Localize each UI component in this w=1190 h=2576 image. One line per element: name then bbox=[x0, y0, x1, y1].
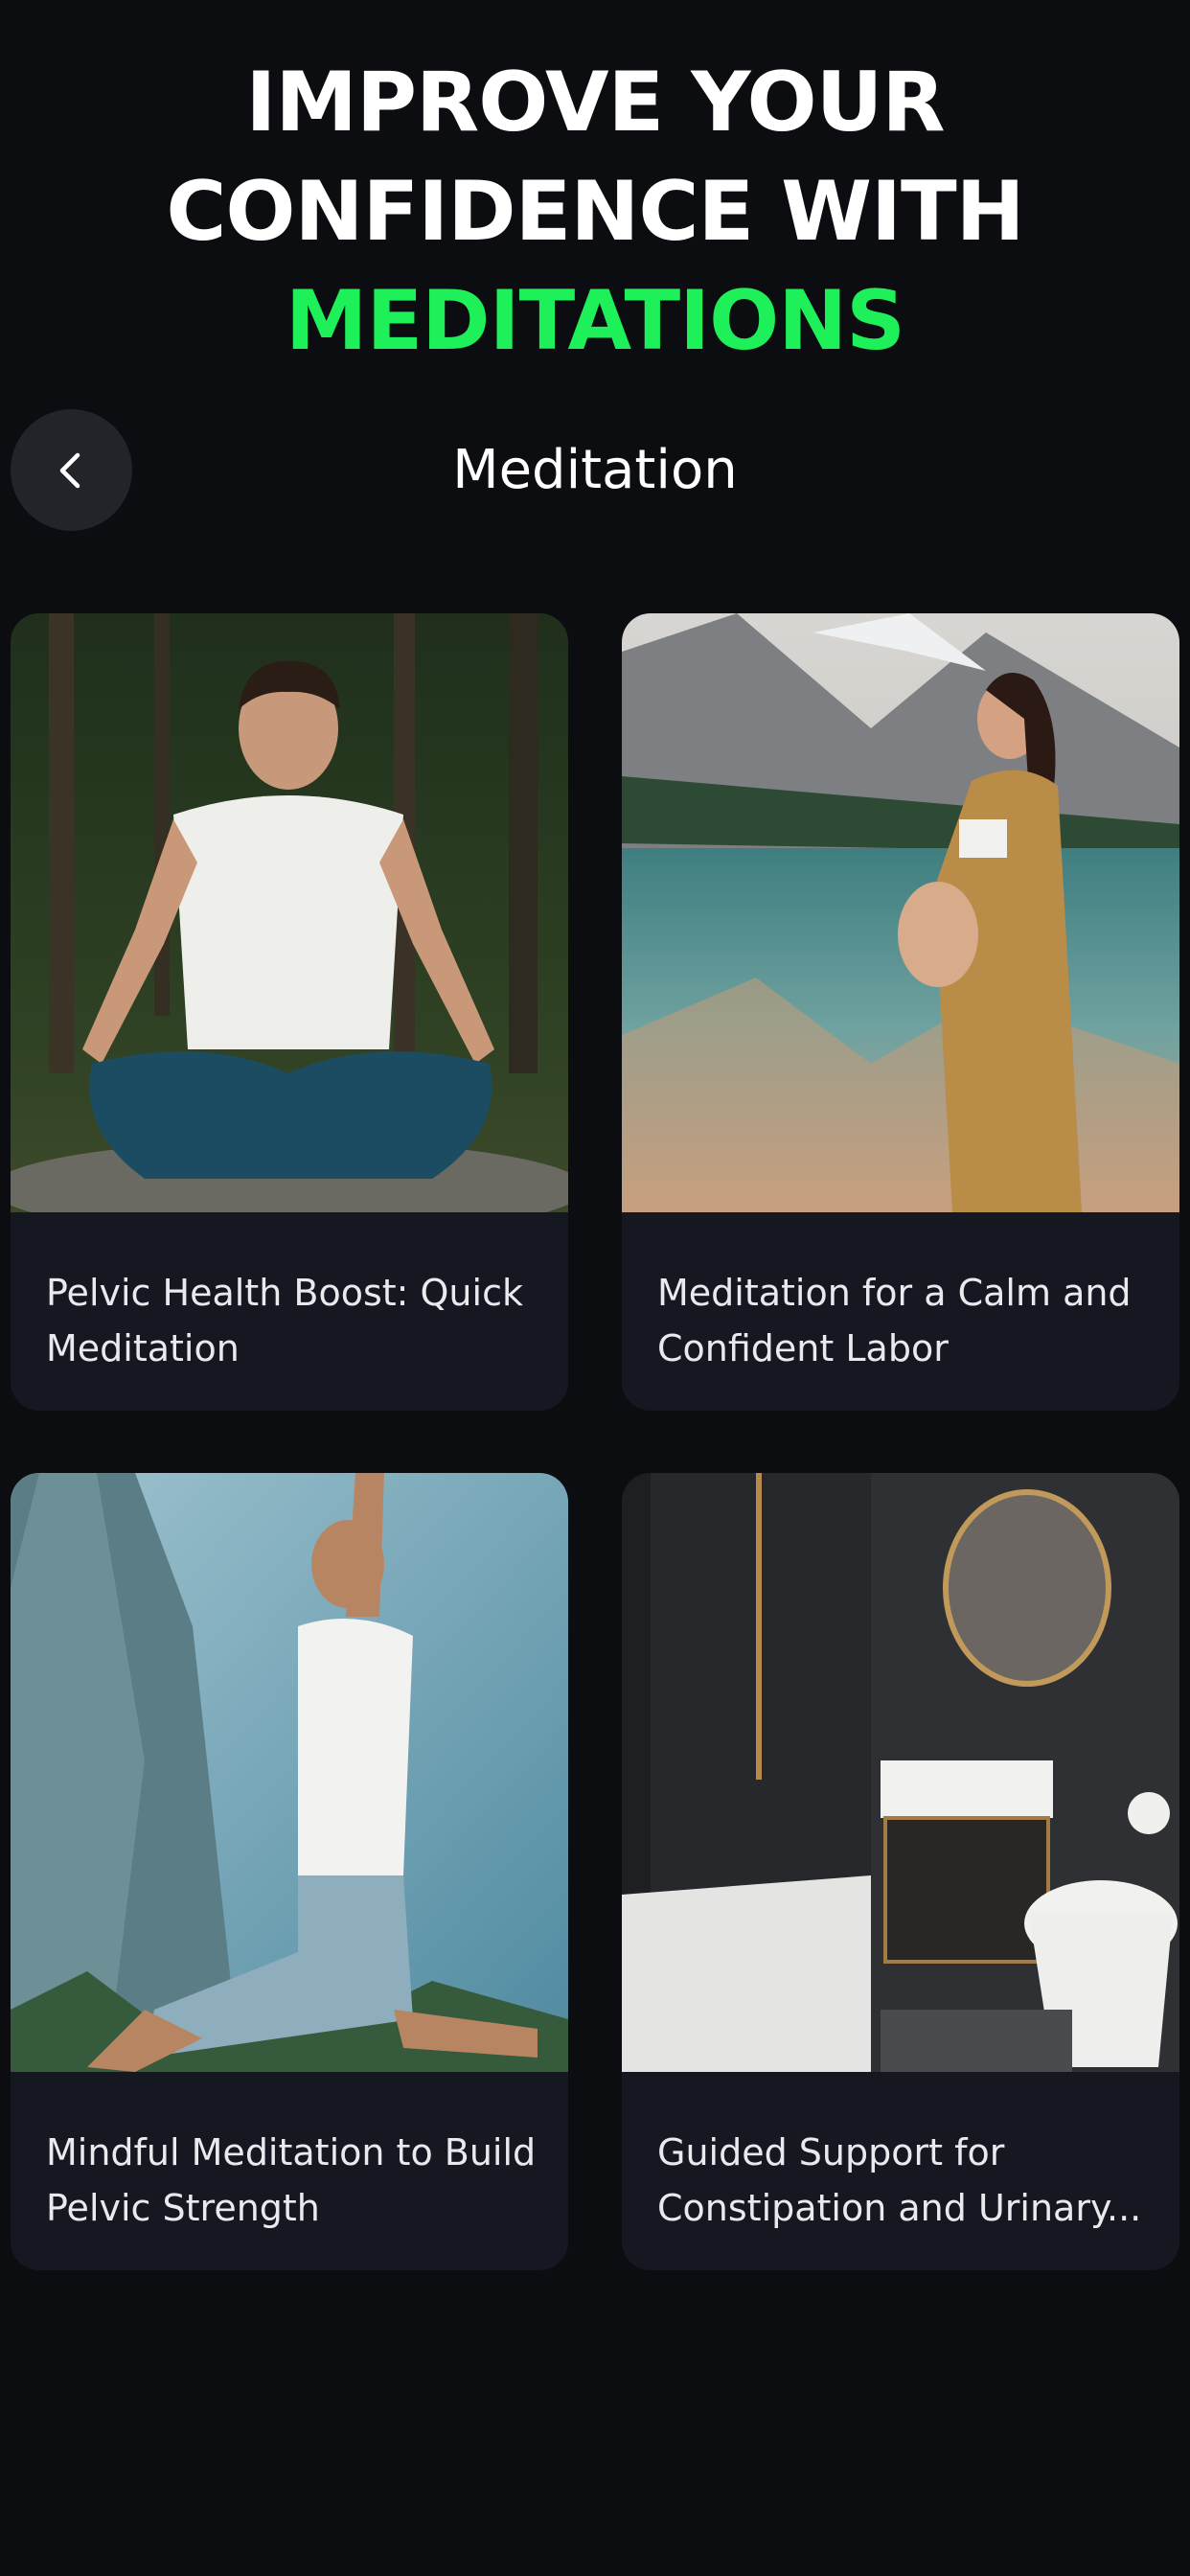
meditation-card[interactable]: Guided Support for Constipation and Urin… bbox=[622, 1473, 1179, 2270]
card-title: Pelvic Health Boost: Quick Meditation bbox=[46, 1272, 523, 1369]
promo-headline: IMPROVE YOUR CONFIDENCE WITH MEDITATIONS bbox=[0, 48, 1190, 376]
card-title: Mindful Meditation to Build Pelvic Stren… bbox=[46, 2131, 537, 2229]
card-image-man-yoga bbox=[11, 1473, 568, 2072]
card-image-bathroom bbox=[622, 1473, 1179, 2072]
card-title: Guided Support for Constipation and Urin… bbox=[657, 2131, 1142, 2229]
meditation-card[interactable]: Mindful Meditation to Build Pelvic Stren… bbox=[11, 1473, 568, 2270]
meditation-card[interactable]: Pelvic Health Boost: Quick Meditation bbox=[11, 613, 568, 1411]
card-image-man-meditating bbox=[11, 613, 568, 1212]
card-title: Meditation for a Calm and Confident Labo… bbox=[657, 1272, 1132, 1369]
card-image-pregnant-woman-lake bbox=[622, 613, 1179, 1212]
headline-line-2: CONFIDENCE WITH bbox=[166, 164, 1024, 260]
meditation-card[interactable]: Meditation for a Calm and Confident Labo… bbox=[622, 613, 1179, 1411]
page-title: Meditation bbox=[452, 439, 738, 501]
headline-accent: MEDITATIONS bbox=[285, 273, 905, 369]
headline-line-1: IMPROVE YOUR bbox=[245, 55, 945, 150]
